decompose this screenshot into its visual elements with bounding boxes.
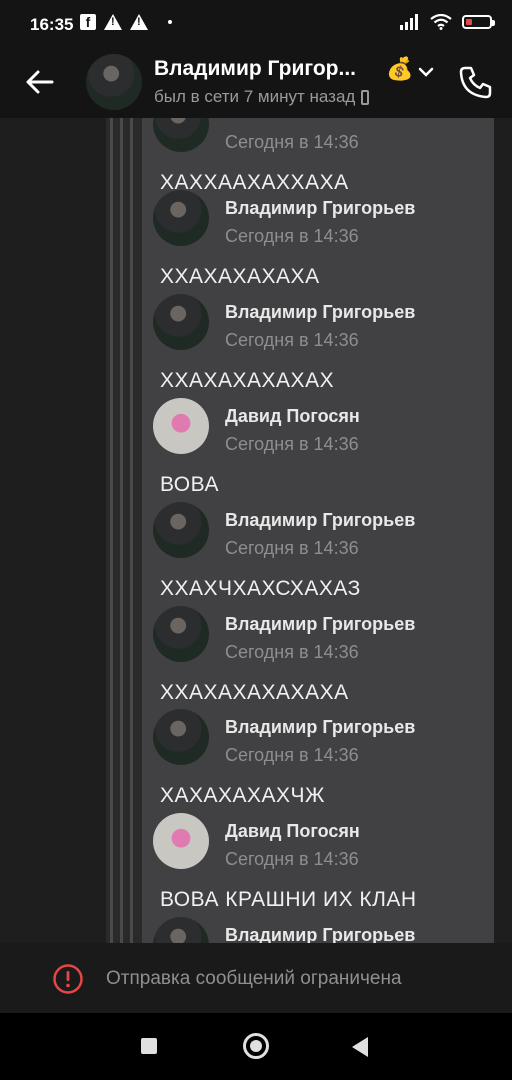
- message-time: Сегодня в 14:36: [225, 330, 359, 350]
- more-notifications-dot-icon: [168, 20, 172, 24]
- messaging-restricted-bar: Отправка сообщений ограничена: [0, 943, 512, 1013]
- reply-line: [130, 118, 133, 943]
- reply-line: [110, 118, 113, 943]
- author-avatar[interactable]: [153, 502, 209, 558]
- forwarded-messages: Сегодня в 14:36 ХАХХААХАХХАХА Владимир Г…: [142, 118, 494, 943]
- facebook-notification-icon: f: [80, 14, 96, 30]
- author-name[interactable]: Владимир Григорьев: [225, 614, 415, 635]
- author-avatar[interactable]: [153, 190, 209, 246]
- system-icons: [400, 14, 495, 30]
- message-time: Сегодня в 14:36: [225, 226, 359, 246]
- call-icon[interactable]: [456, 62, 496, 102]
- message-text: ХХАХЧХАХСХАХАЗ: [160, 577, 361, 600]
- author-name[interactable]: Владимир Григорьев: [225, 198, 415, 219]
- system-navigation-bar: [0, 1013, 512, 1080]
- author-name[interactable]: Давид Погосян: [225, 406, 360, 427]
- message-time: Сегодня в 14:36: [225, 132, 359, 152]
- author-avatar[interactable]: [153, 398, 209, 454]
- chevron-down-icon[interactable]: [418, 66, 434, 78]
- message-time: Сегодня в 14:36: [225, 642, 359, 662]
- warning-icon: [104, 14, 122, 30]
- message-text: ВОВА: [160, 473, 219, 496]
- author-name[interactable]: Владимир Григорьев: [225, 510, 415, 531]
- reply-line: [120, 118, 123, 943]
- warning-icon: [130, 14, 148, 30]
- contact-avatar[interactable]: [86, 54, 142, 110]
- last-seen-text: был в сети 7 минут назад: [154, 87, 356, 106]
- status-time: 16:35: [30, 15, 74, 34]
- author-avatar[interactable]: [153, 118, 209, 152]
- author-avatar[interactable]: [153, 709, 209, 765]
- restriction-text: Отправка сообщений ограничена: [106, 968, 402, 989]
- chat-header: Владимир Григор... 💰 был в сети 7 минут …: [0, 46, 512, 118]
- contact-name[interactable]: Владимир Григор...: [154, 57, 356, 81]
- back-arrow-icon[interactable]: [22, 64, 58, 100]
- author-avatar[interactable]: [153, 294, 209, 350]
- status-bar: 16:35 f: [0, 0, 512, 46]
- message-time: Сегодня в 14:36: [225, 538, 359, 558]
- author-name[interactable]: Владимир Григорьев: [225, 925, 415, 943]
- wifi-icon: [430, 14, 452, 30]
- author-avatar[interactable]: [153, 917, 209, 943]
- author-name[interactable]: Владимир Григорьев: [225, 717, 415, 738]
- mobile-device-icon: [361, 89, 370, 105]
- signal-icon: [400, 14, 418, 30]
- message-time: Сегодня в 14:36: [225, 434, 359, 454]
- chat-area[interactable]: Сегодня в 14:36 ХАХХААХАХХАХА Владимир Г…: [0, 118, 512, 943]
- message-time: Сегодня в 14:36: [225, 849, 359, 869]
- battery-icon: [462, 15, 495, 29]
- back-triangle-icon[interactable]: [352, 1037, 368, 1057]
- notification-icons: f: [80, 14, 172, 30]
- author-name[interactable]: Давид Погосян: [225, 821, 360, 842]
- message-text: ВОВА КРАШНИ ИХ КЛАН: [160, 888, 417, 911]
- money-bag-emoji: 💰: [386, 56, 414, 81]
- author-avatar[interactable]: [153, 606, 209, 662]
- message-text: ХАХАХАХАХЧЖ: [160, 784, 325, 807]
- message-text: ХХАХАХАХАХАХА: [160, 681, 349, 704]
- message-text: ХХАХАХАХАХА: [160, 265, 320, 288]
- message-text: ХХАХАХАХАХАХ: [160, 369, 335, 392]
- contact-status: был в сети 7 минут назад: [154, 87, 370, 107]
- author-name[interactable]: Владимир Григорьев: [225, 302, 415, 323]
- recent-apps-icon[interactable]: [141, 1038, 157, 1054]
- message-time: Сегодня в 14:36: [225, 745, 359, 765]
- author-avatar[interactable]: [153, 813, 209, 869]
- home-icon[interactable]: [243, 1033, 269, 1059]
- alert-circle-icon: [53, 964, 83, 994]
